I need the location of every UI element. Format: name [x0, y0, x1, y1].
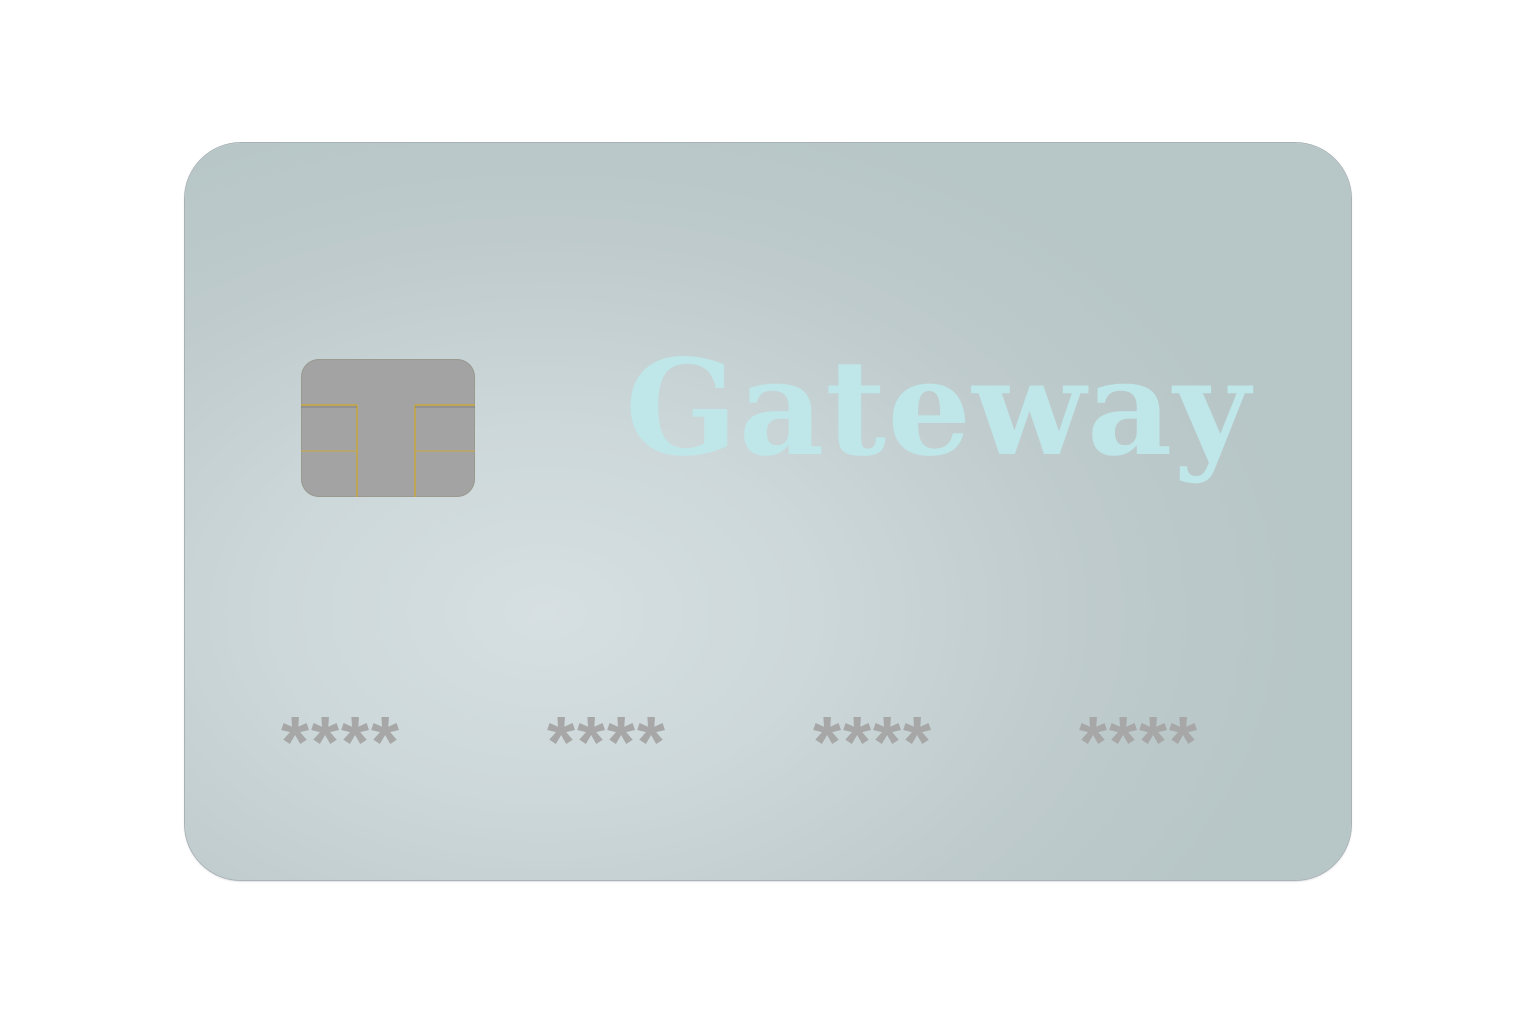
card-number-group: ****: [813, 703, 934, 783]
card-number-group: ****: [547, 703, 668, 783]
card-number: **** **** **** ****: [185, 703, 1351, 783]
card-number-group: ****: [1079, 703, 1200, 783]
emv-chip-icon: [301, 359, 475, 497]
chip-contacts: [301, 404, 475, 497]
card-brand-name: Gateway: [625, 331, 1252, 486]
card-number-group: ****: [281, 703, 402, 783]
payment-card: Gateway **** **** **** ****: [185, 143, 1351, 880]
